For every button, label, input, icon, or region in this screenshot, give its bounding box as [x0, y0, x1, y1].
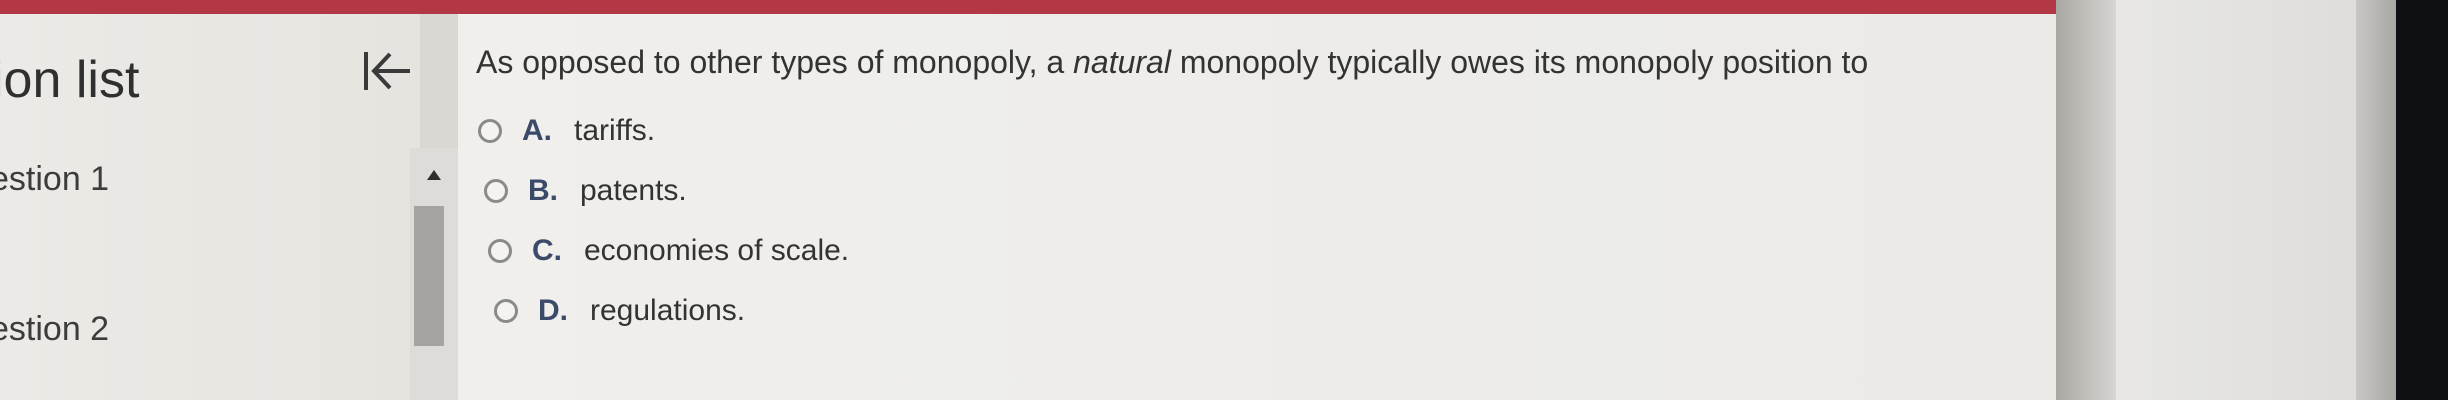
option-text: economies of scale. — [584, 234, 850, 267]
answer-option-c[interactable]: C. economies of scale. — [488, 234, 849, 268]
question-list-item[interactable]: estion 2 — [0, 310, 109, 349]
option-letter: B. — [528, 174, 558, 207]
bezel-dark-edge — [2396, 0, 2448, 400]
triangle-up-icon — [427, 170, 441, 180]
collapse-panel-button[interactable] — [358, 42, 416, 100]
answer-option-a[interactable]: A. tariffs. — [478, 114, 655, 148]
header-bar — [0, 0, 2090, 14]
option-letter: A. — [522, 114, 552, 147]
radio-button[interactable] — [494, 299, 518, 323]
screen-bezel — [2056, 0, 2448, 400]
option-text: patents. — [580, 174, 687, 207]
question-area: As opposed to other types of monopoly, a… — [458, 14, 2090, 400]
radio-button[interactable] — [484, 179, 508, 203]
scroll-up-button[interactable] — [410, 162, 458, 188]
option-text: tariffs. — [574, 114, 656, 147]
panel-title: ion list — [0, 51, 140, 109]
radio-button[interactable] — [478, 119, 502, 143]
scroll-thumb[interactable] — [414, 206, 444, 346]
bezel-edge — [2056, 0, 2116, 400]
option-letter: D. — [538, 294, 568, 327]
question-list-panel: ion list estion 1 estion 2 — [0, 14, 420, 400]
question-text: As opposed to other types of monopoly, a… — [476, 44, 1869, 80]
radio-button[interactable] — [488, 239, 512, 263]
collapse-left-icon — [364, 52, 410, 90]
answer-option-d[interactable]: D. regulations. — [494, 294, 745, 328]
question-list-item[interactable]: estion 1 — [0, 160, 109, 199]
scrollbar[interactable] — [410, 148, 458, 400]
option-letter: C. — [532, 234, 562, 267]
answer-option-b[interactable]: B. patents. — [484, 174, 687, 208]
bezel-shadow — [2356, 0, 2396, 400]
option-text: regulations. — [590, 294, 746, 327]
